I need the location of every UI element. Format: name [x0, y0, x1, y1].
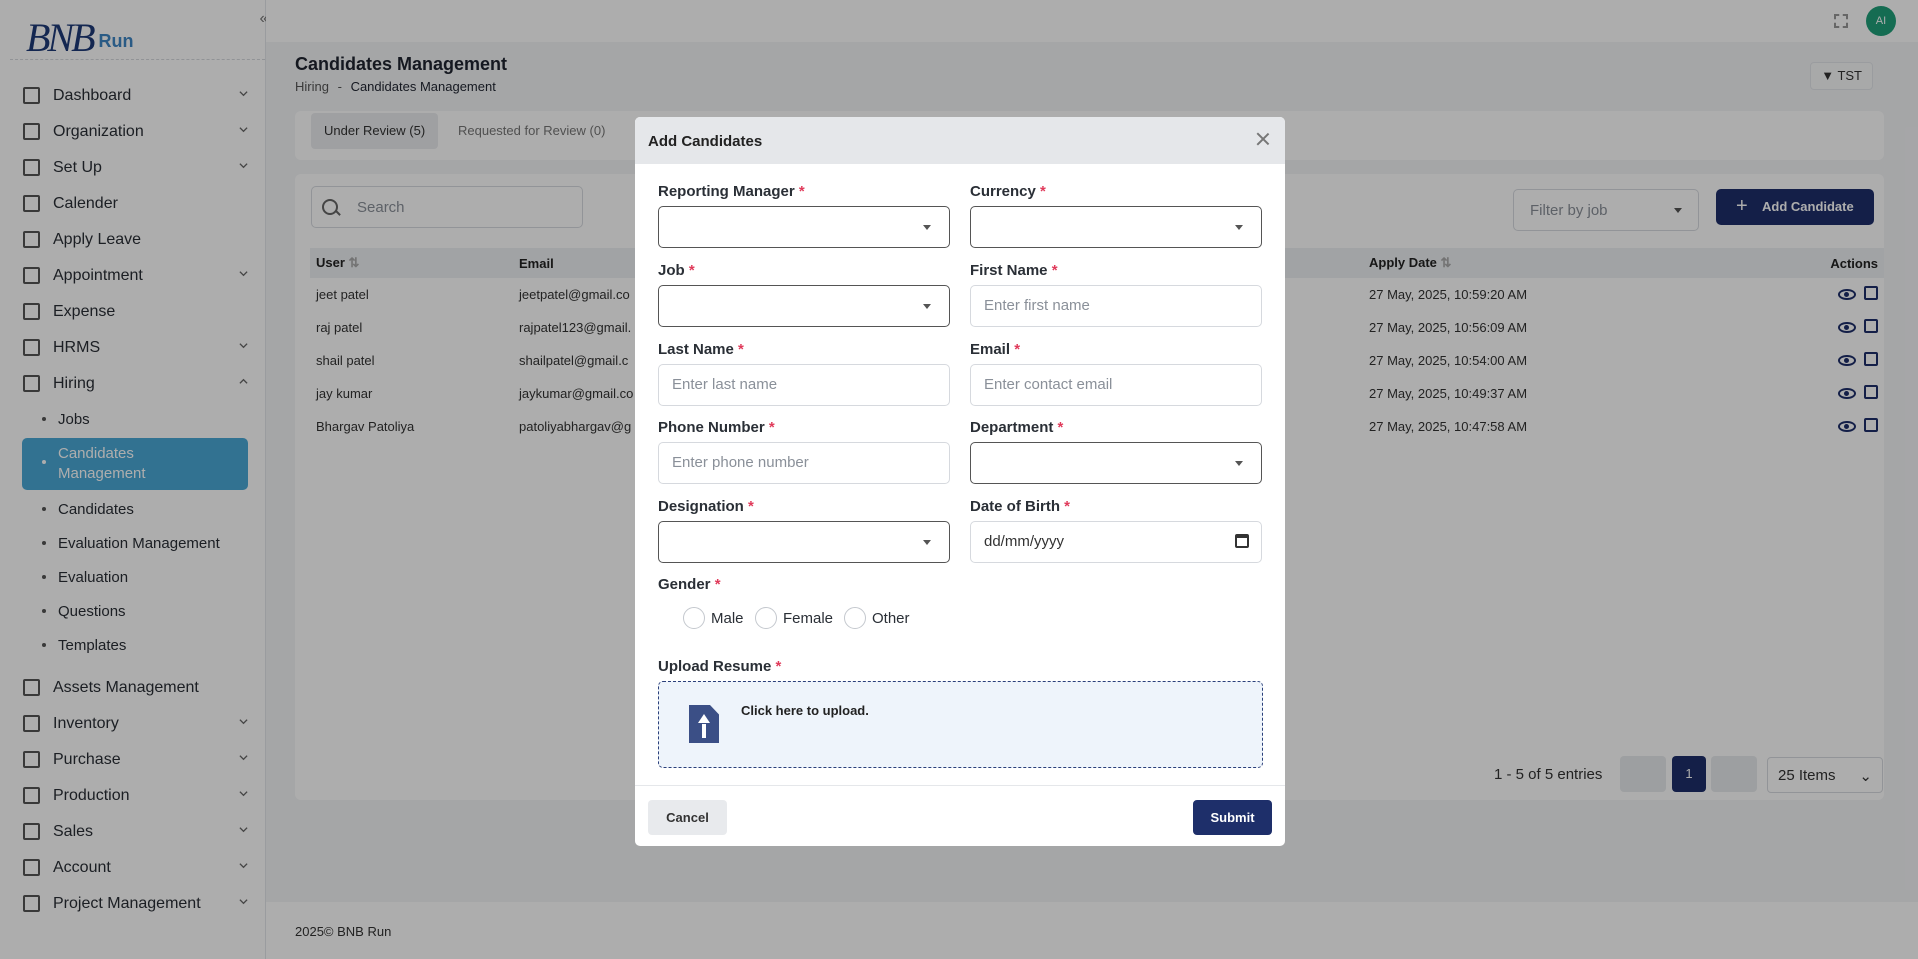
job-label: Job * [658, 262, 695, 279]
gender-female-radio[interactable]: Female [755, 607, 833, 629]
upload-resume-label: Upload Resume * [658, 658, 782, 675]
radio-circle[interactable] [755, 607, 777, 629]
last-name-input[interactable]: Enter last name [658, 364, 950, 406]
radio-circle[interactable] [844, 607, 866, 629]
phone-number-label: Phone Number * [658, 419, 775, 436]
gender-male-radio[interactable]: Male [683, 607, 744, 629]
designation-select[interactable] [658, 521, 950, 563]
currency-label: Currency * [970, 183, 1046, 200]
job-select[interactable] [658, 285, 950, 327]
phone-number-input[interactable]: Enter phone number [658, 442, 950, 484]
date-of-birth-label: Date of Birth * [970, 498, 1071, 515]
upload-resume-dropzone[interactable]: Click here to upload. [658, 681, 1263, 768]
modal-header: Add Candidates [635, 117, 1285, 164]
reporting-manager-label: Reporting Manager * [658, 183, 805, 200]
modal-title: Add Candidates [648, 133, 763, 150]
designation-label: Designation * [658, 498, 754, 515]
date-of-birth-input[interactable]: dd/mm/yyyy [970, 521, 1262, 563]
date-placeholder: dd/mm/yyyy [984, 533, 1065, 550]
upload-arrow-stem [702, 724, 706, 738]
last-name-label: Last Name * [658, 341, 744, 358]
email-input[interactable]: Enter contact email [970, 364, 1262, 406]
calendar-icon[interactable] [1235, 534, 1249, 548]
radio-circle[interactable] [683, 607, 705, 629]
department-label: Department * [970, 419, 1064, 436]
gender-other-radio[interactable]: Other [844, 607, 910, 629]
add-candidates-modal: Add Candidates Reporting Manager * Curre… [635, 117, 1285, 846]
reporting-manager-select[interactable] [658, 206, 950, 248]
first-name-label: First Name * [970, 262, 1058, 279]
first-name-input[interactable]: Enter first name [970, 285, 1262, 327]
gender-label: Gender * [658, 576, 721, 593]
submit-button[interactable]: Submit [1193, 800, 1272, 835]
email-label: Email * [970, 341, 1021, 358]
department-select[interactable] [970, 442, 1262, 484]
upload-text: Click here to upload. [741, 703, 869, 718]
modal-footer: Cancel Submit [635, 785, 1285, 846]
close-icon[interactable] [1255, 131, 1271, 147]
currency-select[interactable] [970, 206, 1262, 248]
cancel-button[interactable]: Cancel [648, 800, 727, 835]
